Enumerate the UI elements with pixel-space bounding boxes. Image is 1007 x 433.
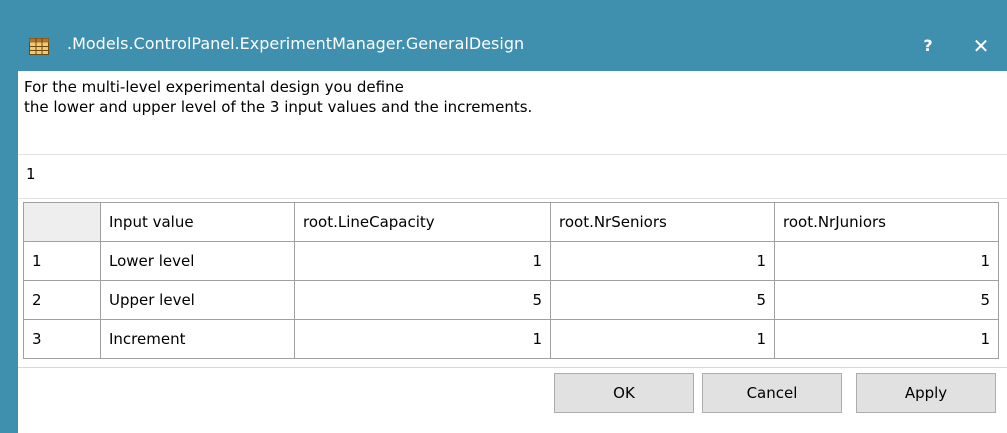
row-index[interactable]: 1 (23, 241, 101, 281)
table-cell[interactable]: 1 (774, 241, 999, 281)
description-line-2: the lower and upper level of the 3 input… (24, 98, 533, 116)
counter-field[interactable]: 1 (26, 165, 36, 183)
table-cell[interactable]: 5 (294, 280, 551, 320)
help-button[interactable]: ? (913, 29, 943, 63)
table-cell[interactable]: 1 (550, 241, 775, 281)
apply-button[interactable]: Apply (856, 373, 996, 413)
column-header-nr-seniors[interactable]: root.NrSeniors (550, 202, 775, 242)
row-index[interactable]: 2 (23, 280, 101, 320)
table-header-row: Input value root.LineCapacity root.NrSen… (23, 202, 999, 242)
column-header-input-value[interactable]: Input value (100, 202, 295, 242)
table-row: 1 Lower level 1 1 1 (23, 241, 999, 281)
window-title: .Models.ControlPanel.ExperimentManager.G… (67, 34, 525, 53)
close-button[interactable]: ✕ (959, 27, 1003, 65)
table-cell[interactable]: 1 (294, 241, 551, 281)
row-label[interactable]: Increment (100, 319, 295, 359)
divider (18, 198, 1007, 199)
table-icon (29, 38, 49, 59)
row-label[interactable]: Upper level (100, 280, 295, 320)
row-label[interactable]: Lower level (100, 241, 295, 281)
column-header-line-capacity[interactable]: root.LineCapacity (294, 202, 551, 242)
ok-button[interactable]: OK (554, 373, 694, 413)
table-row: 2 Upper level 5 5 5 (23, 280, 999, 320)
description-line-1: For the multi-level experimental design … (24, 78, 404, 96)
table-cell[interactable]: 1 (550, 319, 775, 359)
table-cell[interactable]: 5 (774, 280, 999, 320)
cancel-button[interactable]: Cancel (702, 373, 842, 413)
design-table: Input value root.LineCapacity root.NrSen… (23, 202, 999, 359)
table-cell[interactable]: 1 (774, 319, 999, 359)
table-cell[interactable]: 1 (294, 319, 551, 359)
dialog-body: For the multi-level experimental design … (18, 71, 1007, 433)
dialog-window: .Models.ControlPanel.ExperimentManager.G… (0, 0, 1007, 433)
table-cell[interactable]: 5 (550, 280, 775, 320)
table-row: 3 Increment 1 1 1 (23, 319, 999, 359)
row-index[interactable]: 3 (23, 319, 101, 359)
column-header-nr-juniors[interactable]: root.NrJuniors (774, 202, 999, 242)
title-bar[interactable] (1, 1, 1006, 31)
description-text: For the multi-level experimental design … (24, 77, 532, 117)
divider (18, 154, 1007, 155)
table-corner-cell[interactable] (23, 202, 101, 242)
divider (18, 367, 1007, 368)
